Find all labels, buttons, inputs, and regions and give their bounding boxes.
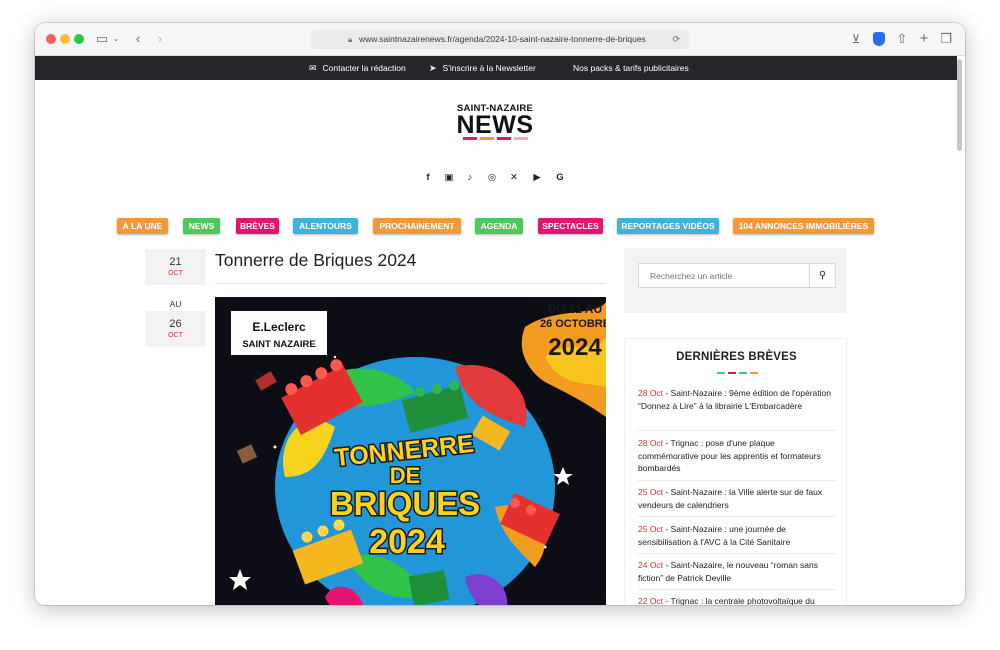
contact-link[interactable]: ✉ Contacter la rédaction xyxy=(309,56,406,80)
download-icon[interactable]: ⊻ xyxy=(849,30,863,48)
search-icon: ⚲ xyxy=(818,270,827,281)
youtube-icon[interactable]: ▶ xyxy=(531,172,543,184)
briefs-title: DERNIÈRES BRÈVES xyxy=(676,351,797,363)
chevron-down-icon[interactable]: ⌄ xyxy=(112,30,120,48)
close-window-button[interactable] xyxy=(46,34,56,44)
divider xyxy=(638,589,836,590)
lock-icon: 🔒︎ xyxy=(348,35,353,44)
brief-date: 24 Oct xyxy=(638,560,664,570)
sidebar-icon[interactable]: ▭ xyxy=(95,30,109,48)
minimize-window-button[interactable] xyxy=(60,34,70,44)
facebook-icon[interactable]: f xyxy=(422,172,434,184)
brief-text: - Saint-Nazaire, le nouveau “roman sans … xyxy=(638,560,819,583)
brief-date: 28 Oct xyxy=(638,388,664,398)
menu-item-breves[interactable]: BRÈVES xyxy=(236,218,279,234)
menu-item-prochainement[interactable]: PROCHAINEMENT xyxy=(373,218,461,234)
poster-brand-sub-text: SAINT NAZAIRE xyxy=(242,339,315,350)
google-icon[interactable]: G xyxy=(554,172,566,184)
brief-text: - Saint-Nazaire : la Ville alerte sur de… xyxy=(638,487,823,510)
forward-icon[interactable]: › xyxy=(154,30,166,48)
brief-date: 22 Oct xyxy=(638,596,664,605)
search-input[interactable] xyxy=(638,263,810,288)
linkedin-icon[interactable]: ▣ xyxy=(443,172,455,184)
scrollbar[interactable] xyxy=(957,59,962,151)
brief-text: - Saint-Nazaire : 9ème édition de l'opér… xyxy=(638,388,831,411)
end-day: 26 xyxy=(169,318,182,330)
divider xyxy=(638,516,836,517)
back-icon[interactable]: ‹ xyxy=(132,30,144,48)
newsletter-label: S'inscrire à la Newsletter xyxy=(442,63,536,73)
browser-toolbar: ▭ ⌄ ‹ › 🔒︎ www.saintnazairenews.fr/agend… xyxy=(35,23,965,56)
menu-item-news[interactable]: NEWS xyxy=(183,218,220,234)
brief-date: 25 Oct xyxy=(638,524,664,534)
menu-item-a-la-une[interactable]: À LA UNE xyxy=(117,218,168,234)
poster-date-year: 2024 xyxy=(548,334,602,361)
address-bar[interactable]: 🔒︎ www.saintnazairenews.fr/agenda/2024-1… xyxy=(311,30,689,49)
instagram-icon[interactable]: ◎ xyxy=(486,172,498,184)
url-text: www.saintnazairenews.fr/agenda/2024-10-s… xyxy=(359,34,646,44)
event-end-date: 26 OCT xyxy=(145,311,206,347)
packs-label: Nos packs & tarifs publicitaires xyxy=(573,63,689,73)
menu-item-reportages-videos[interactable]: REPORTAGES VIDÉOS xyxy=(617,218,719,234)
envelope-icon: ✉ xyxy=(309,63,317,73)
brief-text: - Trignac : pose d'une plaque commémorat… xyxy=(638,438,821,473)
brief-date: 28 Oct xyxy=(638,438,664,448)
paper-plane-icon: ➤ xyxy=(429,63,437,73)
poster-date-line1: DU 21 AU xyxy=(548,302,602,316)
site-logo[interactable]: SAINT-NAZAIRE NEWS xyxy=(455,104,535,140)
brief-date: 25 Oct xyxy=(638,487,664,497)
logo-main-text: NEWS xyxy=(456,111,534,139)
menu-item-agenda[interactable]: AGENDA xyxy=(475,218,523,234)
tiktok-icon[interactable]: ♪ xyxy=(464,172,476,184)
top-bar: ✉ Contacter la rédaction ➤ S'inscrire à la… xyxy=(35,56,957,80)
divider xyxy=(638,553,836,554)
poster-artwork: E.Leclerc SAINT NAZAIRE DU 21 AU 26 OCTO… xyxy=(215,297,606,605)
extension-shield-icon[interactable] xyxy=(873,32,885,46)
divider xyxy=(638,480,836,481)
page-content: ✉ Contacter la rédaction ➤ S'inscrire à la… xyxy=(35,56,965,605)
divider xyxy=(638,430,836,431)
title-divider xyxy=(215,283,606,284)
end-month: OCT xyxy=(168,332,183,339)
poster-date-line2: 26 OCTOBRE xyxy=(540,318,606,330)
list-item[interactable]: 25 Oct - Saint-Nazaire : une journée de … xyxy=(638,523,836,548)
briefs-title-decoration xyxy=(717,372,758,374)
latest-briefs-widget: DERNIÈRES BRÈVES 28 Oct - Saint-Nazaire … xyxy=(624,338,847,605)
contact-label: Contacter la rédaction xyxy=(322,63,406,73)
list-item[interactable]: 25 Oct - Saint-Nazaire : la Ville alerte… xyxy=(638,486,836,511)
packs-link[interactable]: Nos packs & tarifs publicitaires xyxy=(573,56,689,80)
menu-item-spectacles[interactable]: SPECTACLES xyxy=(538,218,603,234)
event-poster[interactable]: E.Leclerc SAINT NAZAIRE DU 21 AU 26 OCTO… xyxy=(215,297,606,605)
poster-headline3: BRIQUES xyxy=(330,485,480,522)
zoom-window-button[interactable] xyxy=(74,34,84,44)
list-item[interactable]: 28 Oct - Trignac : pose d'une plaque com… xyxy=(638,437,836,475)
search-widget: ⚲ xyxy=(624,248,847,313)
menu-item-alentours[interactable]: ALENTOURS xyxy=(293,218,358,234)
search-button[interactable]: ⚲ xyxy=(809,263,836,288)
list-item[interactable]: 22 Oct - Trignac : la centrale photovolt… xyxy=(638,595,836,605)
start-month: OCT xyxy=(168,270,183,277)
menu-item-annonces-immobilieres[interactable]: 104 ANNONCES IMMOBILIÈRES xyxy=(733,218,874,234)
share-icon[interactable]: ⇧ xyxy=(895,30,909,48)
new-tab-icon[interactable]: + xyxy=(917,30,931,48)
article-title: Tonnerre de Briques 2024 xyxy=(215,250,417,270)
poster-headline4: 2024 xyxy=(369,523,445,561)
start-day: 21 xyxy=(169,256,182,268)
list-item[interactable]: 28 Oct - Saint-Nazaire : 9ème édition de… xyxy=(638,387,836,412)
brief-text: - Trignac : la centrale photovoltaïque d… xyxy=(665,596,815,605)
date-separator: AU xyxy=(169,299,182,309)
tabs-overview-icon[interactable]: ❐ xyxy=(939,30,953,48)
list-item[interactable]: 24 Oct - Saint-Nazaire, le nouveau “roma… xyxy=(638,559,836,584)
browser-window: ▭ ⌄ ‹ › 🔒︎ www.saintnazairenews.fr/agend… xyxy=(35,23,965,605)
x-icon[interactable]: ✕ xyxy=(508,172,520,184)
reload-icon[interactable]: ⟳ xyxy=(672,30,683,49)
poster-brand-text: E.Leclerc xyxy=(252,320,306,334)
event-start-date: 21 OCT xyxy=(145,249,206,285)
newsletter-link[interactable]: ➤ S'inscrire à la Newsletter xyxy=(429,56,536,80)
